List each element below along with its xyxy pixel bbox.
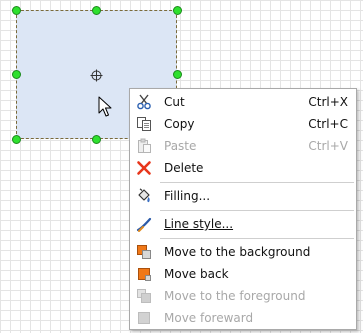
resize-handle-left[interactable]: [12, 70, 21, 79]
menu-item-shortcut: Ctrl+V: [308, 139, 348, 153]
menu-item-label: Paste: [164, 139, 197, 153]
menu-item-label: Line style...: [164, 217, 234, 231]
menu-separator: [160, 238, 354, 239]
resize-handle-top-left[interactable]: [12, 6, 21, 15]
send-backward-icon: [138, 268, 151, 281]
menu-item-cut[interactable]: Cut Ctrl+X: [130, 91, 356, 113]
menu-item-label: Move back: [164, 267, 229, 281]
scissors-icon: [137, 94, 151, 110]
menu-item-label: Filling...: [164, 189, 211, 203]
menu-item-paste[interactable]: Paste Ctrl+V: [130, 135, 356, 157]
menu-item-label: Delete: [164, 161, 204, 175]
menu-item-move-back[interactable]: Move back: [130, 263, 356, 285]
delete-x-icon: [137, 161, 151, 175]
menu-item-label: Move to the background: [164, 245, 311, 259]
menu-item-delete[interactable]: Delete: [130, 157, 356, 179]
center-move-icon[interactable]: [90, 69, 103, 82]
menu-item-label: Move foreward: [164, 311, 254, 325]
resize-handle-bottom[interactable]: [92, 135, 101, 144]
menu-item-move-forward[interactable]: Move foreward: [130, 307, 356, 329]
menu-item-filling[interactable]: Filling...: [130, 185, 356, 207]
resize-handle-top-right[interactable]: [173, 6, 182, 15]
menu-item-label: Move to the foreground: [164, 289, 306, 303]
menu-item-shortcut: Ctrl+C: [308, 117, 348, 131]
send-to-back-icon: [137, 245, 151, 259]
menu-item-line-style[interactable]: Line style...: [130, 213, 356, 235]
menu-item-label: Cut: [164, 95, 185, 109]
line-style-icon: [136, 217, 152, 232]
mouse-pointer-icon: [98, 96, 112, 117]
copy-icon: [137, 117, 151, 131]
bring-forward-icon: [138, 312, 150, 324]
resize-handle-top[interactable]: [92, 6, 101, 15]
paint-bucket-icon: [138, 188, 150, 203]
resize-handle-bottom-left[interactable]: [12, 135, 21, 144]
context-menu: Cut Ctrl+X Copy Ctrl+C Paste Ctrl+V Dele…: [129, 88, 357, 330]
menu-item-shortcut: Ctrl+X: [308, 95, 348, 109]
paste-icon: [138, 138, 151, 153]
menu-item-copy[interactable]: Copy Ctrl+C: [130, 113, 356, 135]
resize-handle-right[interactable]: [173, 70, 182, 79]
menu-separator: [160, 182, 354, 183]
menu-item-label: Copy: [164, 117, 195, 131]
menu-separator: [160, 210, 354, 211]
bring-to-front-icon: [137, 289, 151, 303]
menu-item-move-to-foreground[interactable]: Move to the foreground: [130, 285, 356, 307]
menu-item-move-to-background[interactable]: Move to the background: [130, 241, 356, 263]
